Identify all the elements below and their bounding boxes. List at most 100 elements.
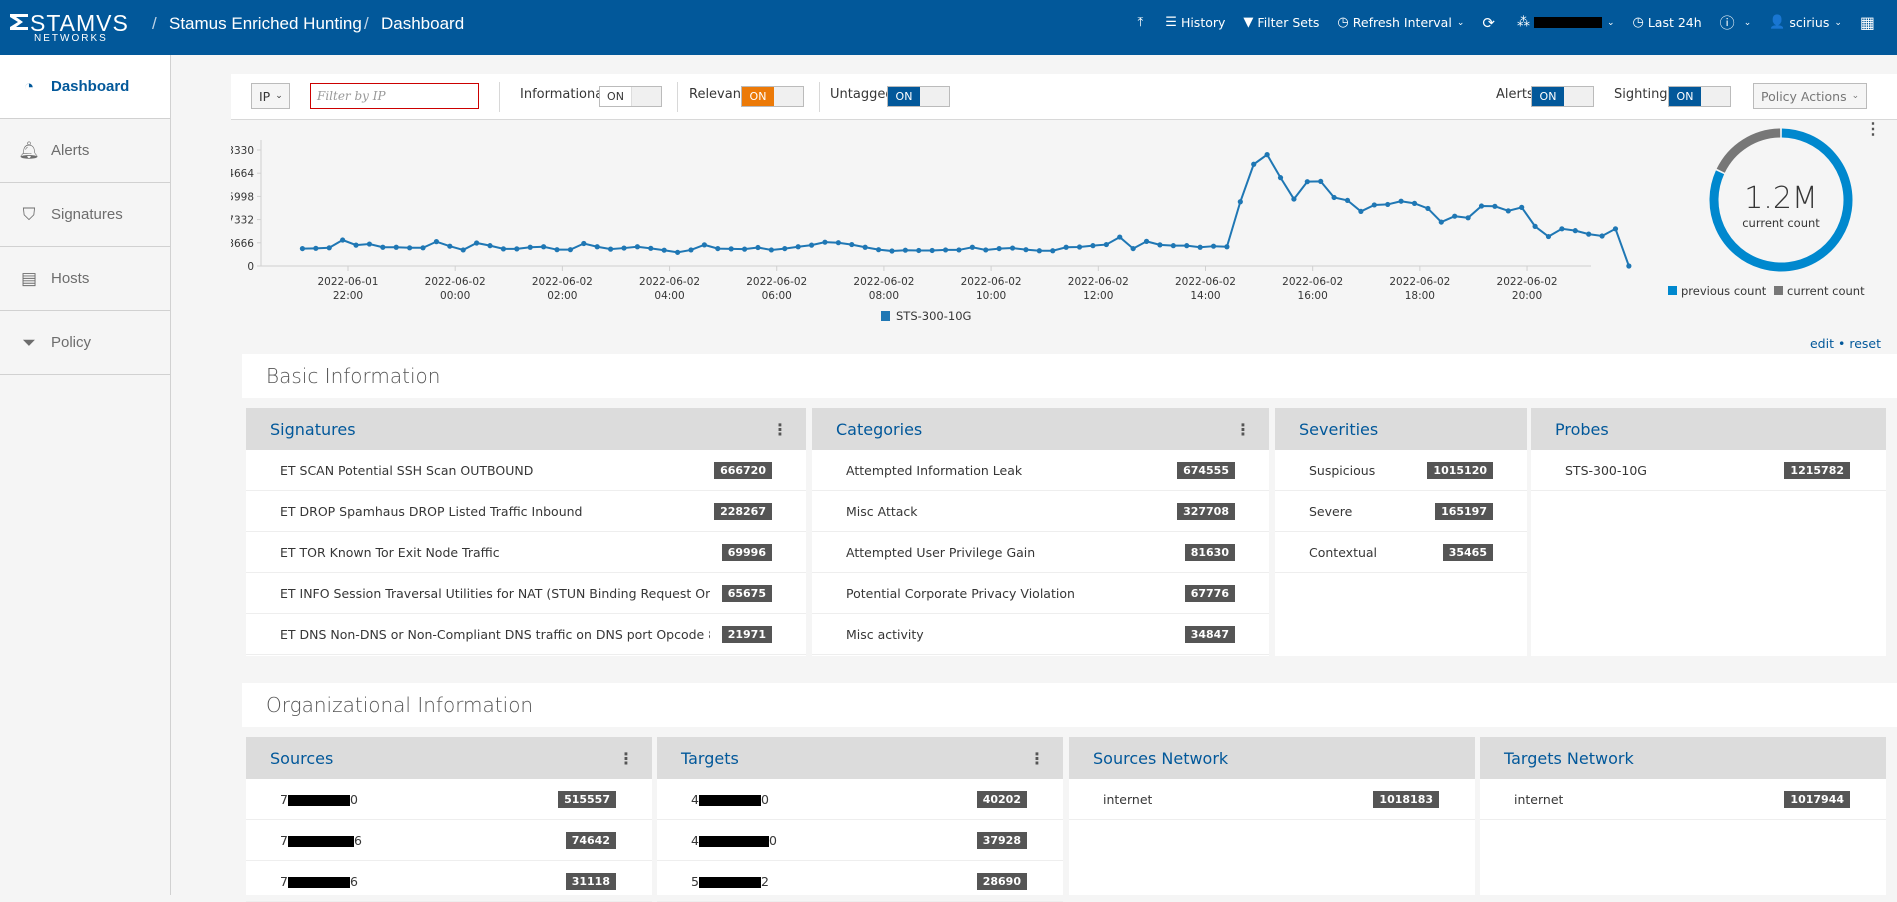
history-button[interactable]: ☰ History (1165, 15, 1225, 30)
refresh-button[interactable]: ⟳ (1482, 14, 1499, 32)
item-label: Misc activity (846, 626, 924, 642)
timeline-chart-area: 0 8666 17332 25998 34664 43330 2022-06-01 22:00… (231, 120, 1897, 350)
data-point (1224, 244, 1230, 250)
x-tick-date: 2022-06-02 (1068, 276, 1129, 288)
list-item[interactable]: Attempted User Privilege Gain 81630 (812, 532, 1269, 573)
filter-sets-button[interactable]: ▼ Filter Sets (1243, 15, 1319, 30)
logo-subtext: NETWORKS (34, 33, 108, 44)
sidebar-item-signatures[interactable]: ⛉ Signatures (0, 183, 170, 247)
chart-menu-kebab-icon[interactable]: ⋮ (1865, 122, 1881, 138)
list-item[interactable]: 7 0 515557 (246, 779, 652, 820)
sidebar: ◔ Dashboard 🔔︎ Alerts ⛉ Signatures ▤ Hos… (0, 55, 171, 895)
list-item[interactable]: Potential Corporate Privacy Violation 677… (812, 573, 1269, 614)
sidebar-item-policy[interactable]: ⏷ Policy (0, 311, 170, 375)
count-badge: 69996 (721, 543, 772, 561)
data-point (621, 245, 627, 251)
data-point (607, 246, 614, 252)
sidebar-item-hosts[interactable]: ▤ Hosts (0, 247, 170, 311)
data-point (1090, 243, 1096, 249)
list-item[interactable]: internet 1017944 (1480, 779, 1886, 820)
toggle-track (920, 87, 949, 106)
panel-menu-kebab-icon[interactable]: ⋮ (1235, 420, 1251, 439)
data-point (956, 247, 962, 253)
data-point (1626, 263, 1632, 269)
data-point (1331, 194, 1337, 201)
data-point (902, 247, 908, 253)
data-point (741, 246, 748, 252)
sidebar-item-alerts[interactable]: 🔔︎ Alerts (0, 119, 170, 183)
redacted-ip (698, 835, 769, 847)
list-item[interactable]: STS-300-10G 1215782 (1531, 450, 1886, 491)
y-tick-label: 43330 (231, 145, 254, 157)
relevant-toggle[interactable]: ON (741, 86, 804, 107)
untagged-label: Untagged (830, 87, 894, 102)
x-tick-time: 22:00 (333, 290, 363, 302)
filter-type-select[interactable]: IP ⌄ (251, 83, 290, 109)
list-item[interactable]: ET DROP Spamhaus DROP Listed Traffic Inb… (246, 491, 806, 532)
filter-type-value: IP (259, 88, 271, 104)
sightings-toggle[interactable]: ON (1668, 86, 1731, 107)
time-range-label: Last 24h (1647, 15, 1702, 30)
x-tick-time: 12:00 (1083, 290, 1113, 302)
x-tick-date: 2022-06-01 (317, 276, 378, 288)
edit-link[interactable]: edit (1810, 336, 1834, 351)
ip-prefix: 7 (280, 873, 288, 889)
list-item[interactable]: Misc Attack 327708 (812, 491, 1269, 532)
ip-filter-input[interactable]: Filter by IP (310, 83, 479, 109)
item-label: Attempted Information Leak (846, 462, 1023, 478)
list-item[interactable]: Attempted Information Leak 674555 (812, 450, 1269, 491)
panel-menu-kebab-icon[interactable]: ⋮ (1029, 749, 1045, 768)
data-point (715, 245, 721, 252)
informational-toggle[interactable]: ON (599, 86, 662, 107)
list-item[interactable]: Contextual 35465 (1275, 532, 1527, 573)
list-item[interactable]: 4 0 37928 (657, 820, 1063, 861)
apps-grid-button[interactable]: ▦ (1860, 13, 1879, 32)
list-item[interactable]: Severe 165197 (1275, 491, 1527, 532)
list-item[interactable]: ET SCAN Potential SSH Scan OUTBOUND 66672… (246, 450, 806, 491)
data-point (782, 245, 788, 252)
count-badge: 28690 (976, 872, 1027, 890)
sources-list: 7 0 515557 7 6 74642 7 6 31118 (246, 779, 652, 902)
list-item[interactable]: 7 6 31118 (246, 861, 652, 902)
ip-suffix: 6 (353, 832, 362, 848)
list-item[interactable]: Misc activity 34847 (812, 614, 1269, 655)
logo-mark-icon (10, 14, 28, 30)
tenant-dropdown[interactable]: ⁂ ⌄ (1517, 15, 1615, 30)
data-point (460, 247, 466, 253)
item-label: Potential Corporate Privacy Violation (846, 585, 1075, 601)
user-dropdown[interactable]: 👤 scirius ⌄ (1769, 15, 1842, 30)
data-point (1519, 204, 1525, 210)
breadcrumb-app[interactable]: Stamus Enriched Hunting (169, 14, 362, 34)
panel-menu-kebab-icon[interactable]: ⋮ (618, 749, 634, 768)
data-point (942, 247, 949, 253)
chevron-down-icon: ⌄ (1606, 17, 1615, 28)
data-point (969, 244, 975, 250)
policy-actions-dropdown[interactable]: Policy Actions ⌄ (1753, 83, 1868, 109)
stamus-logo[interactable]: STAMVS NETWORKS (10, 11, 135, 44)
sidebar-item-label: Policy (51, 334, 92, 351)
item-label: internet (1103, 791, 1153, 807)
list-item[interactable]: internet 1018183 (1069, 779, 1475, 820)
list-item[interactable]: 5 2 28690 (657, 861, 1063, 902)
network-icon: ⁂ (1516, 15, 1530, 30)
sources-network-list: internet 1018183 (1069, 779, 1475, 820)
list-item[interactable]: ET INFO Session Traversal Utilities for … (246, 573, 806, 614)
reset-link[interactable]: reset (1849, 336, 1881, 351)
time-range-button[interactable]: ◷ Last 24h (1632, 15, 1701, 30)
upload-button[interactable]: ⤒ (1138, 15, 1148, 30)
alerts-toggle[interactable]: ON (1531, 86, 1594, 107)
list-item[interactable]: 7 6 74642 (246, 820, 652, 861)
toggle-state: ON (1532, 87, 1564, 106)
list-item[interactable]: ET DNS Non-DNS or Non-Compliant DNS traf… (246, 614, 806, 655)
data-point (487, 243, 493, 249)
untagged-toggle[interactable]: ON (887, 86, 950, 107)
list-item[interactable]: Suspicious 1015120 (1275, 450, 1527, 491)
list-item[interactable]: ET TOR Known Tor Exit Node Traffic 69996 (246, 532, 806, 573)
breadcrumb-current: Dashboard (381, 14, 465, 33)
list-item[interactable]: 4 0 40202 (657, 779, 1063, 820)
help-dropdown[interactable]: ⓘ ⌄ (1720, 12, 1752, 33)
y-tick-label: 25998 (231, 191, 254, 203)
panel-menu-kebab-icon[interactable]: ⋮ (772, 420, 788, 439)
refresh-interval-dropdown[interactable]: ◷ Refresh Interval ⌄ (1337, 15, 1464, 30)
sidebar-item-dashboard[interactable]: ◔ Dashboard (0, 55, 170, 119)
